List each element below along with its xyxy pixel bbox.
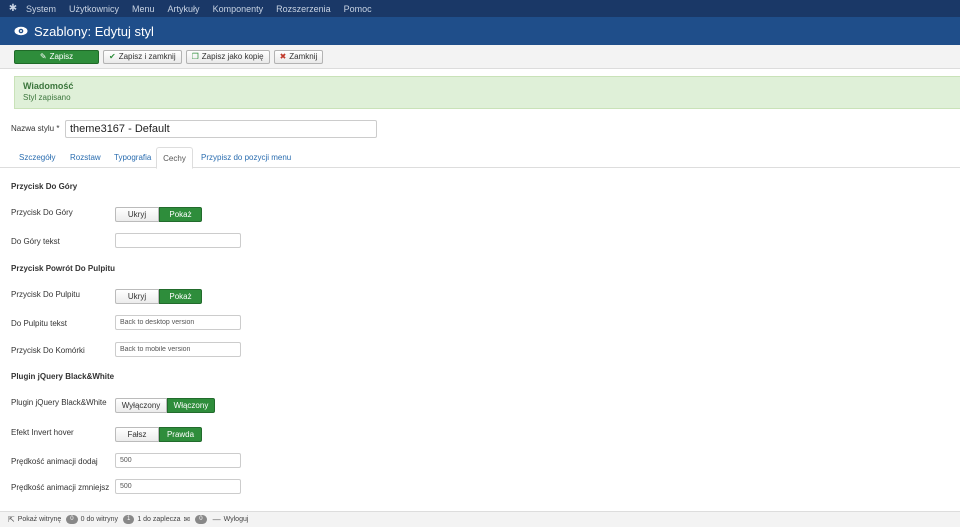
envelope-icon: ✉	[183, 515, 191, 524]
bw-plugin-disabled-option[interactable]: Wyłączony	[115, 398, 167, 413]
tab-menu-assignment[interactable]: Przypisz do pozycji menu	[201, 147, 291, 168]
speed-add-label: Prędkość animacji dodaj	[11, 457, 98, 466]
top-button-hide-option[interactable]: Ukryj	[115, 207, 159, 222]
desktop-button-toggle: Ukryj Pokaż	[115, 289, 202, 304]
desktop-button-show-option[interactable]: Pokaż	[159, 289, 202, 304]
backend-users-badge: 1	[122, 515, 135, 524]
topnav-item-articles[interactable]: Artykuły	[168, 4, 200, 14]
message-text: Styl zapisano	[23, 93, 71, 102]
external-link-icon: ⇱	[8, 515, 15, 524]
page-title: Szablony: Edytuj styl	[34, 23, 154, 39]
style-name-label: Nazwa stylu *	[11, 124, 60, 133]
invert-hover-label: Efekt Invert hover	[11, 428, 74, 437]
topnav-item-menu[interactable]: Menu	[132, 4, 155, 14]
topnav-item-components[interactable]: Komponenty	[213, 4, 264, 14]
tab-features[interactable]: Cechy	[156, 147, 193, 169]
top-button-toggle: Ukryj Pokaż	[115, 207, 202, 222]
backend-users-label: 1 do zaplecza	[137, 516, 181, 523]
site-visitors-badge: 0	[66, 515, 78, 524]
close-icon: ✖	[279, 52, 287, 61]
backend-users: 1 1 do zaplecza	[121, 515, 181, 524]
bw-plugin-toggle: Wyłączony Włączony	[115, 398, 215, 413]
copy-icon: ❐	[191, 52, 199, 61]
speed-sub-input[interactable]	[115, 479, 241, 494]
tab-typography[interactable]: Typografia	[114, 147, 151, 168]
site-visitors: 0 0 do witryny	[64, 515, 118, 524]
site-visitors-label: 0 do witryny	[80, 516, 118, 523]
top-button-show-option[interactable]: Pokaż	[159, 207, 202, 222]
top-button-label: Przycisk Do Góry	[11, 208, 73, 217]
invert-hover-true-option[interactable]: Prawda	[159, 427, 202, 442]
topnav-item-users[interactable]: Użytkownicy	[69, 4, 119, 14]
view-site-label: Pokaż witrynę	[17, 516, 62, 523]
status-bar: ⇱ Pokaż witrynę 0 0 do witryny 1 1 do za…	[0, 511, 960, 527]
topnav-item-system[interactable]: System	[26, 4, 56, 14]
section-title-desktop: Przycisk Powrót Do Pulpitu	[11, 264, 116, 273]
toolbar: ✎ Zapisz ✔ Zapisz i zamknij ❐ Zapisz jak…	[0, 45, 960, 69]
invert-hover-toggle: Fałsz Prawda	[115, 427, 202, 442]
tab-details[interactable]: Szczegóły	[19, 147, 55, 168]
speed-sub-label: Prędkość animacji zmniejsz	[11, 483, 110, 492]
topnav-item-help[interactable]: Pomoc	[344, 4, 372, 14]
logout-label: Wyloguj	[223, 516, 249, 523]
close-button-label: Zamknij	[289, 52, 318, 61]
success-message: Wiadomość Styl zapisano	[14, 76, 960, 109]
mobile-text-input[interactable]	[115, 342, 241, 357]
messages[interactable]: ✉ 0	[184, 515, 210, 524]
check-icon: ✔	[109, 52, 116, 61]
section-title-top-button: Przycisk Do Góry	[11, 182, 78, 191]
mobile-button-label: Przycisk Do Komórki	[11, 346, 85, 355]
style-name-input[interactable]	[65, 120, 377, 138]
messages-badge: 0	[195, 515, 207, 524]
bw-plugin-enabled-option[interactable]: Włączony	[167, 398, 215, 413]
eye-icon	[14, 26, 28, 36]
page-header: Szablony: Edytuj styl	[0, 17, 960, 45]
tab-bar: Szczegóły Rozstaw Typografia Cechy Przyp…	[0, 147, 960, 169]
save-button[interactable]: ✎ Zapisz	[14, 49, 99, 64]
save-close-button-label: Zapisz i zamknij	[118, 52, 176, 61]
invert-hover-false-option[interactable]: Fałsz	[115, 427, 159, 442]
save-button-label: Zapisz	[49, 52, 74, 61]
desktop-button-hide-option[interactable]: Ukryj	[115, 289, 159, 304]
tab-layout[interactable]: Rozstaw	[70, 147, 101, 168]
speed-add-input[interactable]	[115, 453, 241, 468]
message-title: Wiadomość	[23, 81, 74, 91]
edit-icon: ✎	[39, 52, 47, 61]
top-text-label: Do Góry tekst	[11, 237, 60, 246]
desktop-text-label: Do Pulpitu tekst	[11, 319, 68, 328]
minus-icon: —	[212, 515, 221, 524]
top-text-input[interactable]	[115, 233, 241, 248]
joomla-logo-icon[interactable]: ✱	[0, 0, 26, 17]
bw-plugin-label: Plugin jQuery Black&White	[11, 398, 107, 407]
logout-link[interactable]: — Wyloguj	[213, 515, 249, 524]
top-navigation-bar: ✱ System Użytkownicy Menu Artykuły Kompo…	[0, 0, 960, 17]
view-site-link[interactable]: ⇱ Pokaż witrynę	[8, 515, 61, 524]
save-as-copy-button[interactable]: ❐ Zapisz jako kopię	[185, 49, 270, 64]
close-button[interactable]: ✖ Zamknij	[273, 49, 324, 64]
desktop-text-input[interactable]	[115, 315, 241, 330]
section-title-bw-plugin: Plugin jQuery Black&White	[11, 372, 115, 381]
save-as-copy-button-label: Zapisz jako kopię	[201, 52, 264, 61]
topnav-item-extensions[interactable]: Rozszerzenia	[276, 4, 331, 14]
save-close-button[interactable]: ✔ Zapisz i zamknij	[103, 49, 182, 64]
desktop-button-label: Przycisk Do Pulpitu	[11, 290, 80, 299]
